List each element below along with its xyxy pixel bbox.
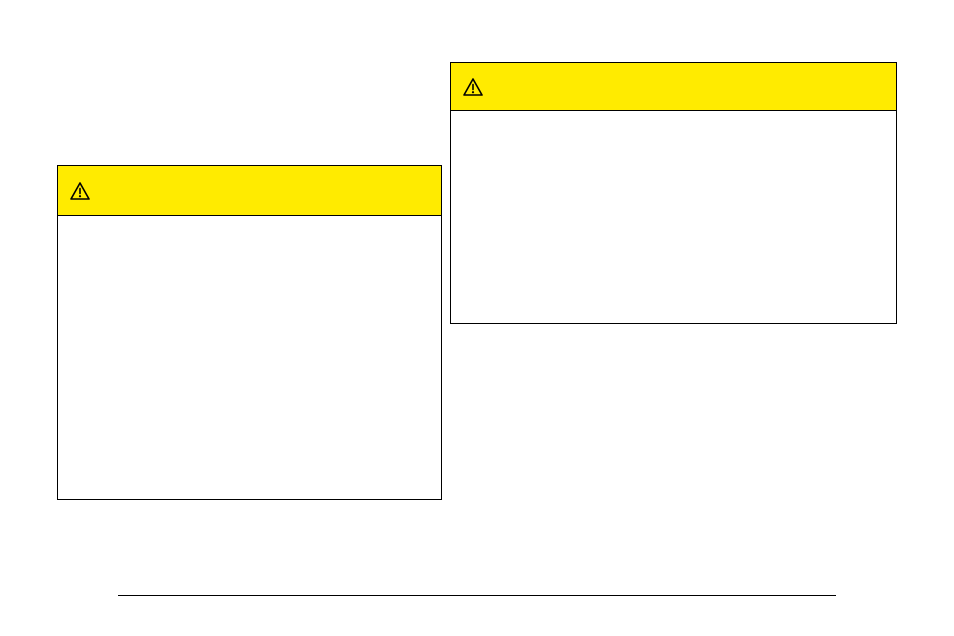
warning-triangle-icon [463, 78, 483, 96]
warning-body-left [58, 216, 441, 499]
warning-box-left [57, 165, 442, 500]
warning-body-right [451, 111, 896, 323]
warning-box-right [450, 62, 897, 324]
warning-header-left [58, 166, 441, 216]
warning-header-right [451, 63, 896, 111]
footer-divider [118, 595, 836, 596]
warning-triangle-icon [70, 182, 90, 200]
